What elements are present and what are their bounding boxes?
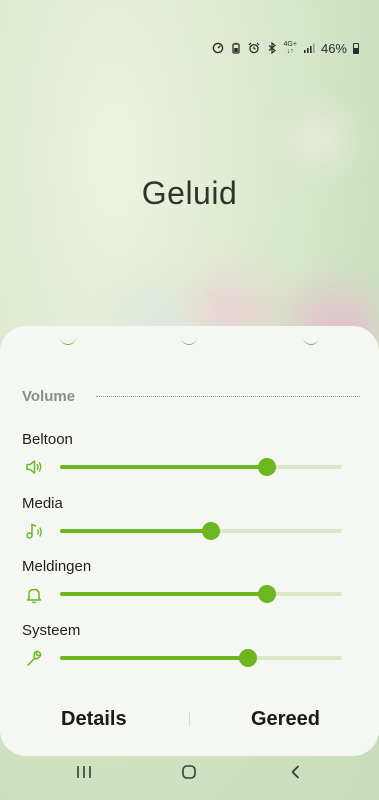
slider-fill [60,592,268,596]
section-divider [96,396,360,397]
4g-plus-icon: 4G+ ↓↑ [283,41,297,55]
wrench-icon[interactable] [24,648,44,668]
signal-icon [303,43,315,53]
speaker-icon[interactable] [24,457,44,477]
slider-label-system: Systeem [22,622,81,639]
bell-icon[interactable] [24,585,44,605]
battery-saver-icon [231,42,240,54]
slider-system[interactable] [60,649,342,667]
volume-section-title: Volume [22,388,76,405]
page-title: Geluid [141,175,238,211]
navigation-bar [0,764,379,790]
slider-media[interactable] [60,522,342,540]
slider-fill [60,656,248,660]
handle-icon[interactable] [303,336,319,345]
done-button[interactable]: Gereed [251,708,320,731]
background-blob [290,120,350,160]
slider-label-ringtone: Beltoon [22,431,73,448]
slider-thumb[interactable] [238,649,257,667]
data-saver-icon [212,42,223,54]
slider-thumb[interactable] [258,458,277,476]
home-icon[interactable] [181,764,197,780]
slider-label-notifications: Meldingen [22,558,92,575]
battery-percent: 46% [320,40,347,56]
slider-thumb[interactable] [258,585,277,603]
battery-icon [353,42,359,54]
details-button[interactable]: Details [61,708,127,731]
slider-label-media: Media [22,495,63,512]
slider-fill [60,465,268,469]
bluetooth-icon [268,42,276,54]
recents-icon[interactable] [76,764,92,780]
music-note-icon[interactable] [24,521,44,541]
handle-icon[interactable] [60,336,76,345]
status-bar: 4G+ ↓↑ 46% [212,38,359,58]
back-icon[interactable] [288,764,304,780]
button-divider [189,712,190,726]
handle-icon[interactable] [181,336,197,345]
slider-fill [60,529,211,533]
slider-thumb[interactable] [201,522,220,540]
alarm-icon [248,42,259,54]
slider-ringtone[interactable] [60,458,342,476]
panel-handles [0,336,379,350]
slider-notifications[interactable] [60,585,342,603]
